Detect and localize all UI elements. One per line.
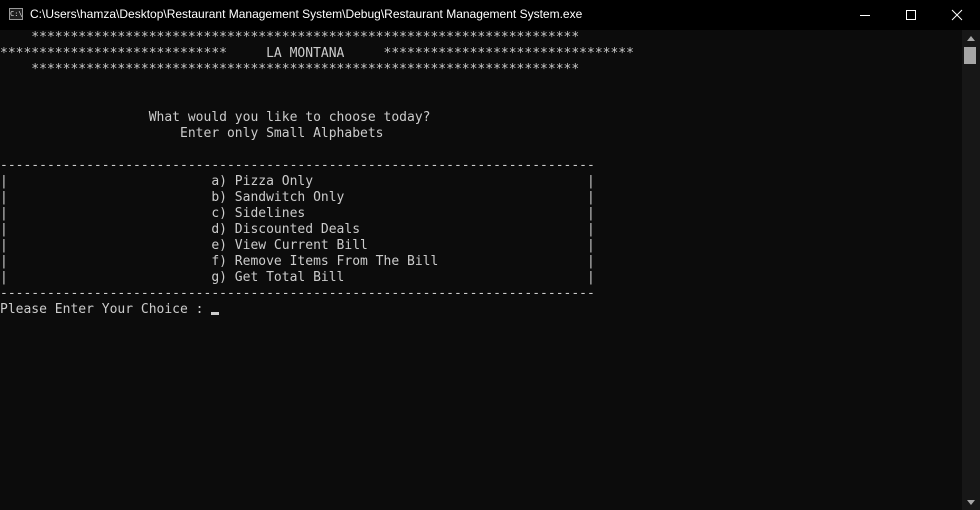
console-line: ****************************************… [0, 62, 580, 77]
console-line: | b) Sandwitch Only | [0, 190, 595, 205]
console-line: | g) Get Total Bill | [0, 270, 595, 285]
scroll-up-button[interactable] [962, 30, 980, 46]
console-line: ----------------------------------------… [0, 286, 595, 301]
scroll-up-icon [967, 35, 975, 41]
close-button[interactable] [934, 0, 980, 30]
console-text: ****************************************… [0, 30, 634, 318]
console-output[interactable]: ****************************************… [0, 30, 962, 510]
console-line: | f) Remove Items From The Bill | [0, 254, 595, 269]
scroll-down-button[interactable] [962, 494, 980, 510]
console-line: ----------------------------------------… [0, 158, 595, 173]
scroll-down-icon [967, 499, 975, 505]
vertical-scrollbar[interactable] [962, 30, 980, 510]
maximize-icon [906, 10, 916, 20]
console-app-icon[interactable]: C:\ [9, 8, 23, 20]
console-line: ***************************** LA MONTANA… [0, 46, 634, 61]
text-cursor [211, 312, 220, 315]
console-line: Enter only Small Alphabets [0, 126, 384, 141]
console-line: ****************************************… [0, 30, 580, 45]
window-title: C:\Users\hamza\Desktop\Restaurant Manage… [30, 7, 583, 21]
console-line: | e) View Current Bill | [0, 238, 595, 253]
console-line: | a) Pizza Only | [0, 174, 595, 189]
console-line: | d) Discounted Deals | [0, 222, 595, 237]
title-bar[interactable]: C:\ C:\Users\hamza\Desktop\Restaurant Ma… [0, 0, 980, 30]
console-line: | c) Sidelines | [0, 206, 595, 221]
maximize-button[interactable] [888, 0, 934, 30]
scroll-thumb[interactable] [964, 47, 976, 64]
console-line: What would you like to choose today? [0, 110, 431, 125]
minimize-icon [860, 15, 870, 16]
minimize-button[interactable] [842, 0, 888, 30]
close-icon [951, 9, 963, 21]
console-line: Please Enter Your Choice : [0, 302, 212, 317]
